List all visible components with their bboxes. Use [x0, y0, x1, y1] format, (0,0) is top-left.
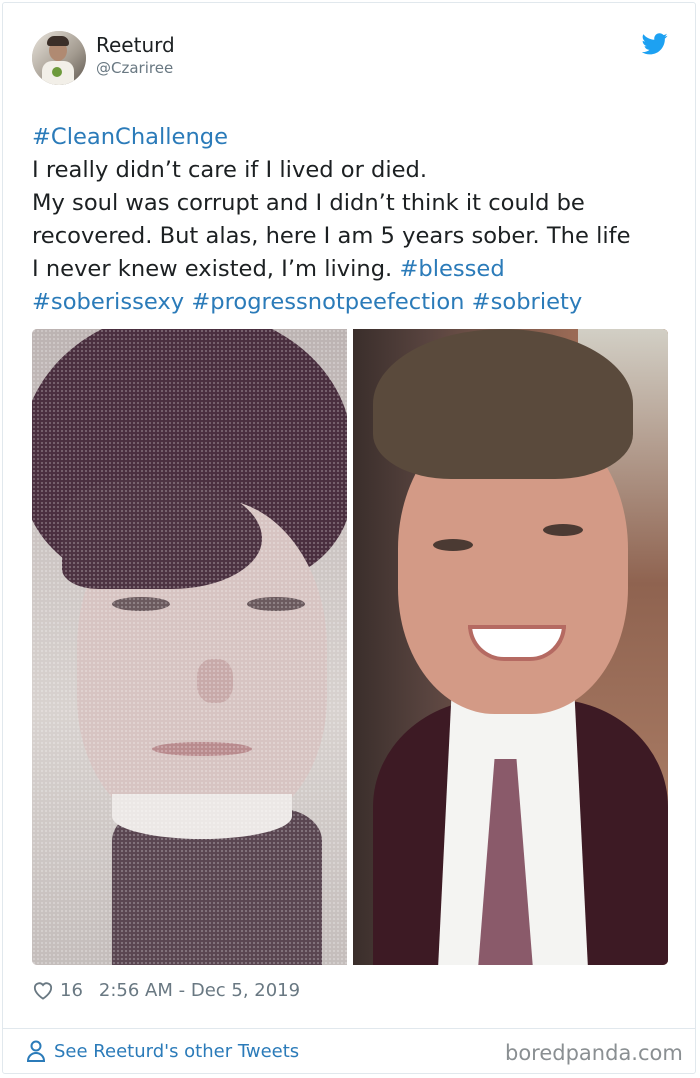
hashtag-link[interactable]: #CleanChallenge: [32, 124, 228, 150]
tweet-text-line: recovered. But alas, here I am 5 years s…: [32, 220, 682, 253]
photo-after[interactable]: [353, 329, 668, 965]
see-other-tweets-link[interactable]: See Reeturd's other Tweets: [26, 1040, 299, 1062]
author-name[interactable]: Reeturd: [96, 33, 175, 57]
tweet-text-segment: recovered. But alas, here I am 5 years s…: [32, 223, 631, 249]
divider: [2, 1028, 696, 1029]
tweet-text-line: I really didn’t care if I lived or died.: [32, 154, 682, 187]
tweet-photos: [32, 329, 668, 965]
hashtag-link[interactable]: #blessed: [399, 256, 504, 282]
watermark: boredpanda.com: [505, 1041, 683, 1065]
see-other-tweets-label[interactable]: See Reeturd's other Tweets: [54, 1041, 299, 1062]
tweet-text-line: #CleanChallenge: [32, 121, 682, 154]
hashtag-link[interactable]: #soberissexy: [32, 289, 184, 315]
tweet-text-line: I never knew existed, I’m living. #bless…: [32, 253, 682, 286]
twitter-bird-icon[interactable]: [642, 33, 668, 55]
tweet-timestamp[interactable]: 2:56 AM - Dec 5, 2019: [99, 980, 300, 1001]
avatar[interactable]: [32, 31, 86, 85]
hashtag-link[interactable]: #sobriety: [472, 289, 583, 315]
author-handle[interactable]: @Czariree: [96, 59, 173, 77]
tweet-text-segment: [464, 289, 471, 315]
tweet-text-line: My soul was corrupt and I didn’t think i…: [32, 187, 682, 220]
tweet-text-segment: My soul was corrupt and I didn’t think i…: [32, 190, 585, 216]
heart-icon[interactable]: [32, 980, 54, 1000]
tweet-meta: 16 2:56 AM - Dec 5, 2019: [32, 977, 300, 1003]
person-icon: [26, 1040, 46, 1062]
like-count: 16: [60, 979, 83, 1001]
photo-before[interactable]: [32, 329, 347, 965]
tweet-text-line: #soberissexy #progressnotpeefection #sob…: [32, 286, 682, 319]
tweet-text-segment: I really didn’t care if I lived or died.: [32, 157, 428, 183]
hashtag-link[interactable]: #progressnotpeefection: [191, 289, 464, 315]
tweet-text-segment: I never knew existed, I’m living.: [32, 256, 400, 282]
tweet-text: #CleanChallenge I really didn’t care if I…: [32, 121, 682, 319]
